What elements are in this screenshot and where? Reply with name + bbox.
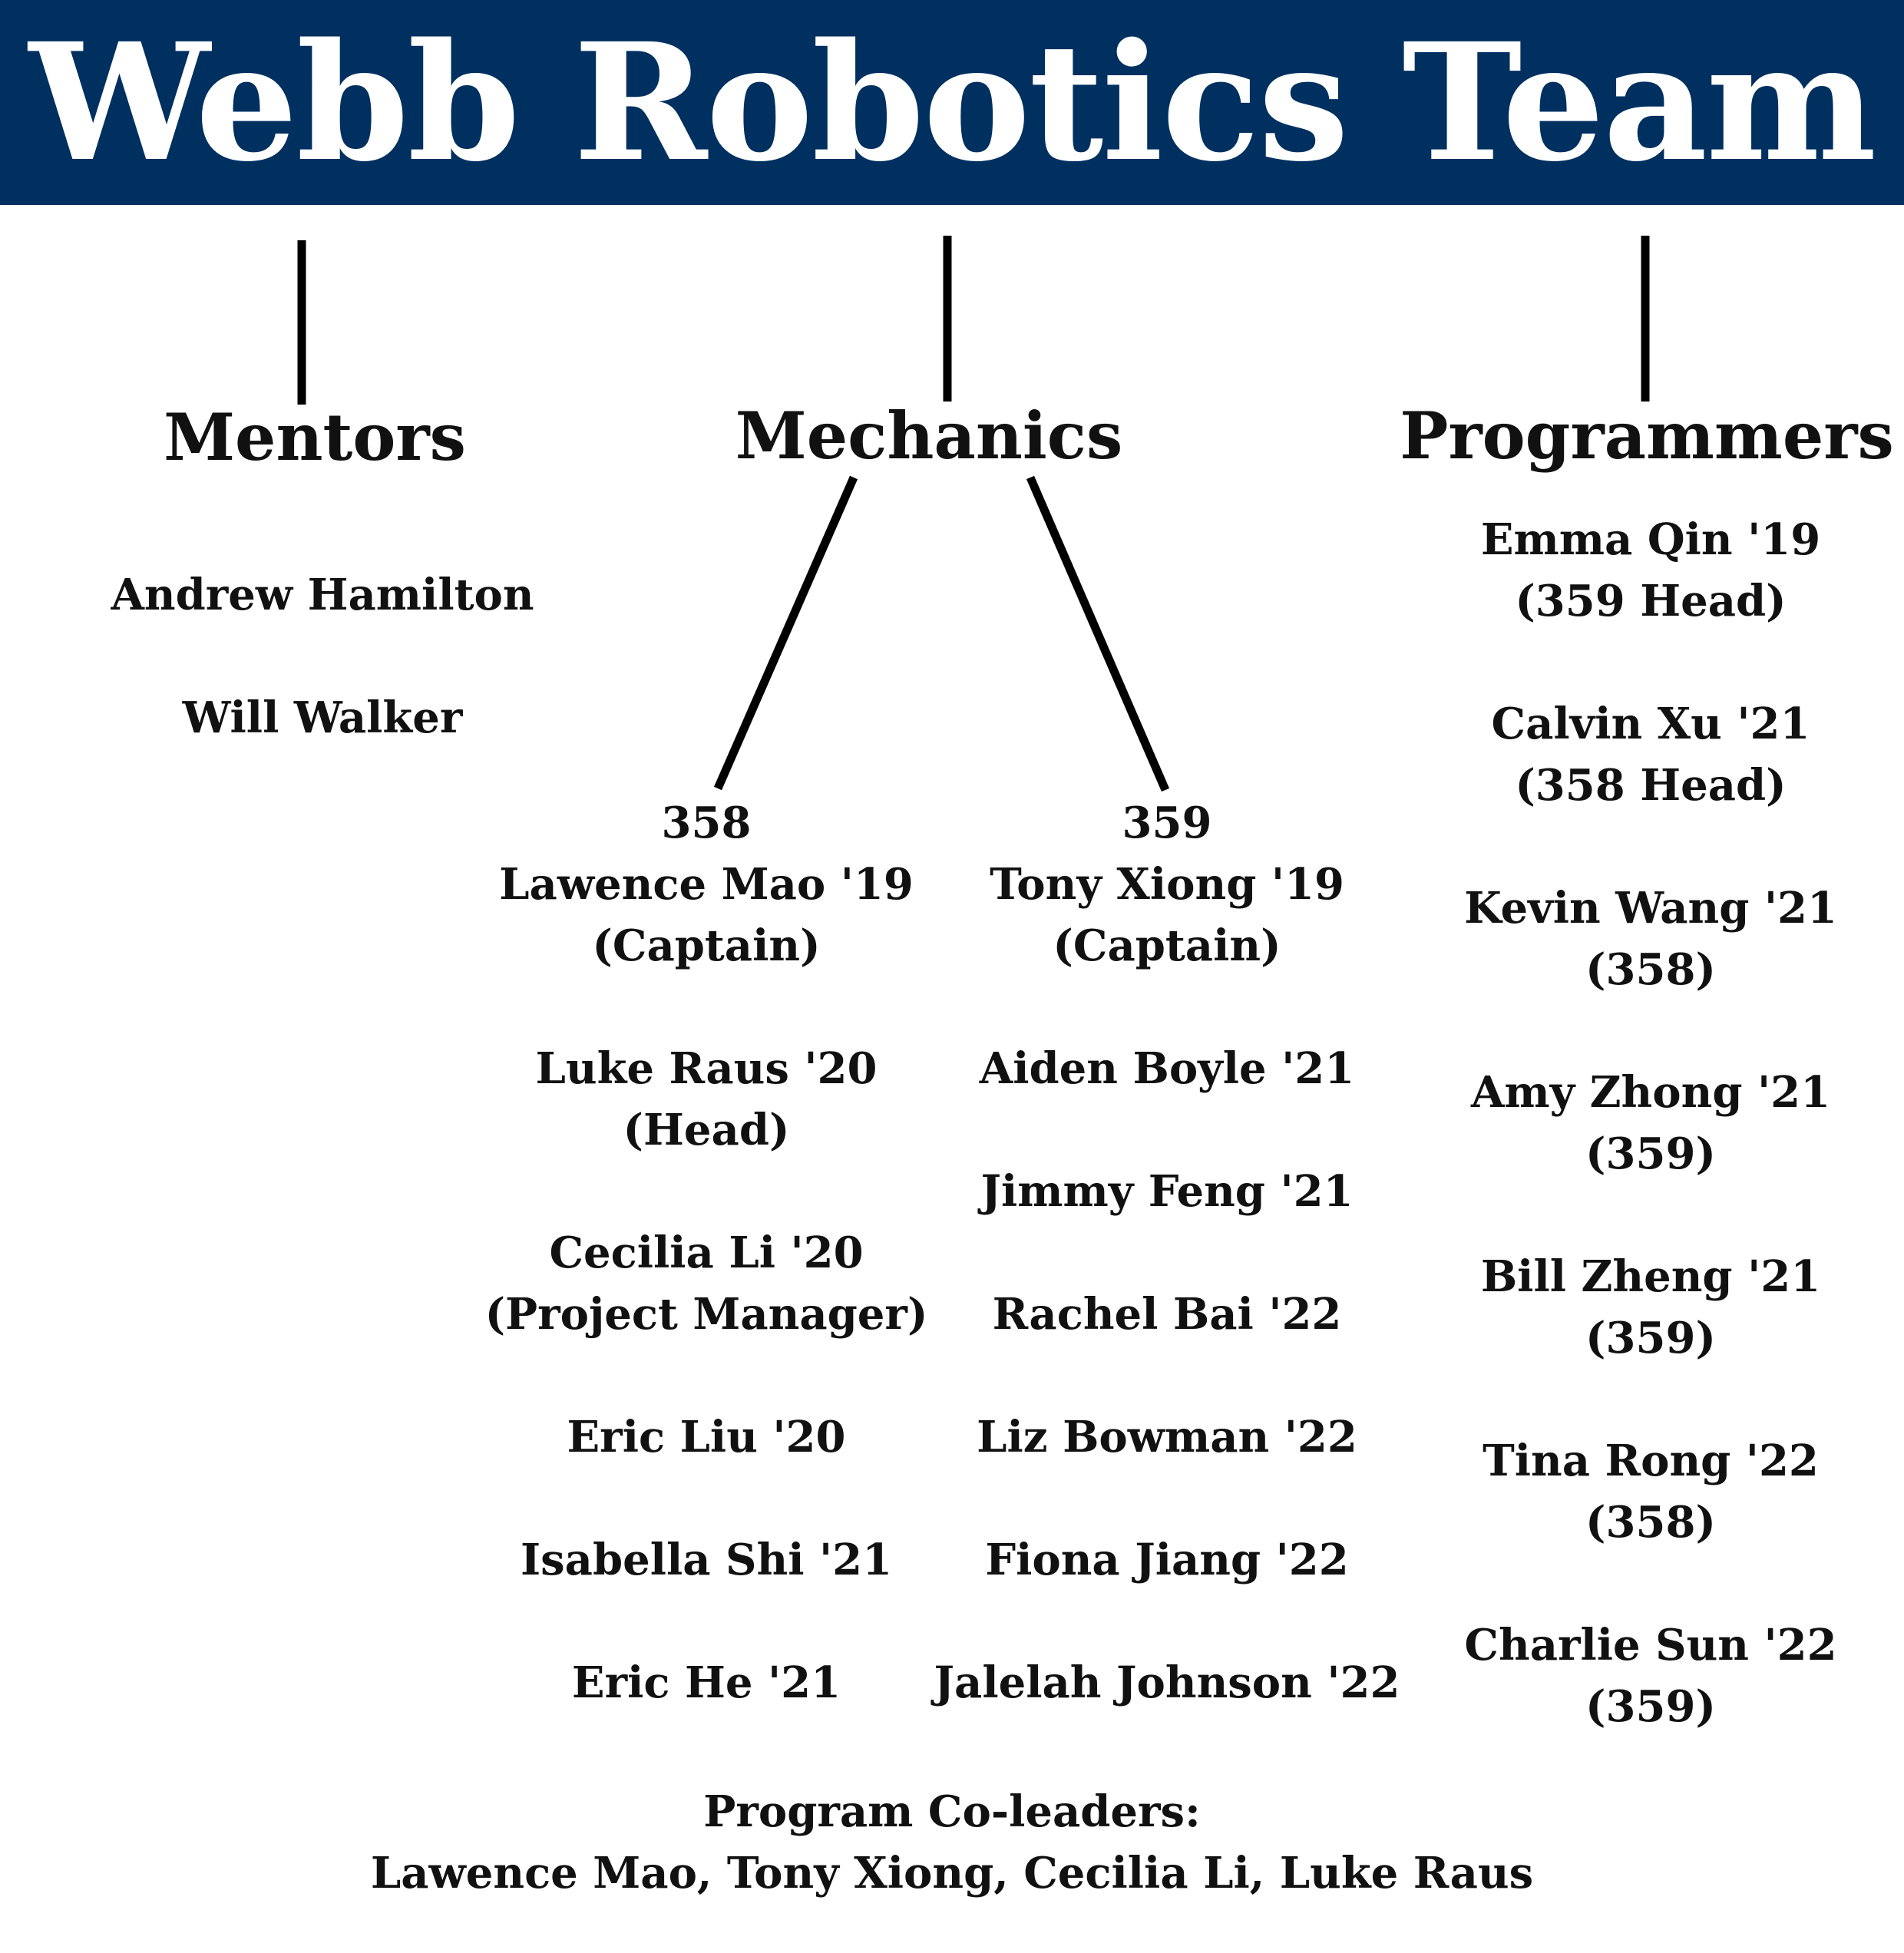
programmer-member: Tina Rong '22 (358) bbox=[1420, 1430, 1881, 1553]
connector-team-359 bbox=[1026, 475, 1170, 792]
member-role: (359 Head) bbox=[1515, 576, 1787, 626]
member-name: Lawence Mao '19 bbox=[499, 859, 914, 910]
member-role: (Captain) bbox=[592, 920, 821, 971]
mentor-name: Will Walker bbox=[182, 692, 463, 743]
member-role: (359) bbox=[1585, 1313, 1716, 1363]
team-358-number: 358 bbox=[661, 798, 752, 848]
team-358-member: Luke Raus '20 (Head) bbox=[476, 1038, 937, 1161]
programmer-member: Emma Qin '19 (359 Head) bbox=[1420, 509, 1881, 632]
programmer-member: Charlie Sun '22 (359) bbox=[1420, 1614, 1881, 1737]
team-359-member: Jalelah Johnson '22 bbox=[934, 1657, 1400, 1708]
member-name: Charlie Sun '22 bbox=[1464, 1620, 1837, 1670]
member-name: Amy Zhong '21 bbox=[1470, 1067, 1831, 1118]
programmer-member: Bill Zheng '21 (359) bbox=[1420, 1246, 1881, 1369]
member-role: (359) bbox=[1585, 1681, 1716, 1732]
member-name: Emma Qin '19 bbox=[1480, 514, 1821, 565]
team-359-member: Rachel Bai '22 bbox=[992, 1289, 1342, 1340]
member-role: (358) bbox=[1585, 944, 1716, 995]
member-name: Bill Zheng '21 bbox=[1480, 1251, 1821, 1302]
team-358-member: Eric He '21 bbox=[571, 1657, 841, 1708]
mentors-heading: Mentors bbox=[164, 399, 466, 475]
member-name: Tina Rong '22 bbox=[1483, 1436, 1819, 1486]
team-358-member: Isabella Shi '21 bbox=[520, 1535, 893, 1585]
member-name: Kevin Wang '21 bbox=[1464, 883, 1837, 934]
connector-team-358 bbox=[713, 475, 858, 791]
programmer-member: Calvin Xu '21 (358 Head) bbox=[1420, 693, 1881, 816]
mentor-name: Andrew Hamilton bbox=[111, 570, 534, 620]
team-358-member: Cecilia Li '20 (Project Manager) bbox=[476, 1222, 937, 1345]
member-name: Calvin Xu '21 bbox=[1491, 699, 1810, 749]
footer-heading: Program Co-leaders: bbox=[703, 1786, 1201, 1837]
team-358-member: Eric Liu '20 bbox=[567, 1412, 846, 1462]
member-role: (358) bbox=[1585, 1497, 1716, 1548]
member-name: Tony Xiong '19 bbox=[990, 859, 1344, 910]
team-359-member: Aiden Boyle '21 bbox=[979, 1043, 1355, 1094]
member-role: (Project Manager) bbox=[484, 1289, 928, 1340]
footer-co-leaders: Lawence Mao, Tony Xiong, Cecilia Li, Luk… bbox=[370, 1848, 1534, 1898]
programmer-member: Amy Zhong '21 (359) bbox=[1420, 1062, 1881, 1185]
mechanics-heading: Mechanics bbox=[735, 398, 1123, 474]
programmer-member: Kevin Wang '21 (358) bbox=[1420, 877, 1881, 1000]
member-role: (Head) bbox=[623, 1105, 790, 1155]
member-name: Luke Raus '20 bbox=[535, 1043, 878, 1094]
member-name: Cecilia Li '20 bbox=[549, 1228, 864, 1278]
team-359-number: 359 bbox=[1122, 798, 1212, 848]
team-359-member: Fiona Jiang '22 bbox=[985, 1535, 1349, 1585]
member-role: (358 Head) bbox=[1515, 760, 1787, 811]
team-359-member: Jimmy Feng '21 bbox=[980, 1166, 1354, 1217]
team-359-member: Liz Bowman '22 bbox=[977, 1412, 1357, 1462]
team-358-member: Lawence Mao '19 (Captain) bbox=[476, 854, 937, 976]
member-role: (359) bbox=[1585, 1129, 1716, 1179]
member-role: (Captain) bbox=[1053, 920, 1281, 971]
programmers-heading: Programmers bbox=[1400, 398, 1894, 474]
team-359-member: Tony Xiong '19 (Captain) bbox=[921, 854, 1413, 976]
